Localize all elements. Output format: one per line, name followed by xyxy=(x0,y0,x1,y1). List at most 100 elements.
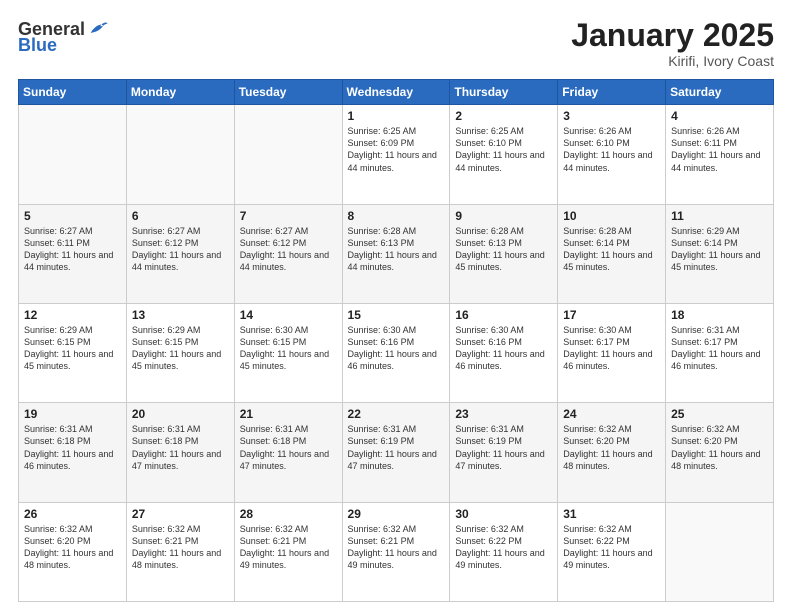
day-info: Sunrise: 6:25 AM Sunset: 6:09 PM Dayligh… xyxy=(348,125,445,174)
calendar-cell: 16 Sunrise: 6:30 AM Sunset: 6:16 PM Dayli… xyxy=(450,303,558,402)
day-number: 9 xyxy=(455,209,552,223)
day-info: Sunrise: 6:26 AM Sunset: 6:11 PM Dayligh… xyxy=(671,125,768,174)
calendar-cell xyxy=(666,502,774,601)
day-info: Sunrise: 6:29 AM Sunset: 6:15 PM Dayligh… xyxy=(24,324,121,373)
calendar-cell: 15Sunrise: 6:30 AM Sunset: 6:16 PM Dayli… xyxy=(342,303,450,402)
day-info: Sunrise: 6:27 AM Sunset: 6:12 PM Dayligh… xyxy=(240,225,337,274)
day-number: 28 xyxy=(240,507,337,521)
calendar-cell: 17Sunrise: 6:30 AM Sunset: 6:17 PM Dayli… xyxy=(558,303,666,402)
calendar-header-saturday: Saturday xyxy=(666,80,774,105)
calendar-cell: 7 Sunrise: 6:27 AM Sunset: 6:12 PM Daylig… xyxy=(234,204,342,303)
day-number: 17 xyxy=(563,308,660,322)
calendar-cell: 5 Sunrise: 6:27 AM Sunset: 6:11 PM Daylig… xyxy=(19,204,127,303)
day-number: 5 xyxy=(24,209,121,223)
day-info: Sunrise: 6:32 AM Sunset: 6:21 PM Dayligh… xyxy=(240,523,337,572)
calendar-header-friday: Friday xyxy=(558,80,666,105)
day-number: 15 xyxy=(348,308,445,322)
calendar-cell: 8Sunrise: 6:28 AM Sunset: 6:13 PM Daylig… xyxy=(342,204,450,303)
day-number: 25 xyxy=(671,407,768,421)
day-number: 11 xyxy=(671,209,768,223)
calendar-cell: 19 Sunrise: 6:31 AM Sunset: 6:18 PM Dayli… xyxy=(19,403,127,502)
day-number: 8 xyxy=(348,209,445,223)
day-info: Sunrise: 6:29 AM Sunset: 6:15 PM Dayligh… xyxy=(132,324,229,373)
calendar-header-thursday: Thursday xyxy=(450,80,558,105)
calendar-cell: 30Sunrise: 6:32 AM Sunset: 6:22 PM Dayli… xyxy=(450,502,558,601)
day-info: Sunrise: 6:32 AM Sunset: 6:20 PM Dayligh… xyxy=(24,523,121,572)
calendar-cell: 10 Sunrise: 6:28 AM Sunset: 6:14 PM Dayli… xyxy=(558,204,666,303)
day-number: 1 xyxy=(348,109,445,123)
location: Kirifi, Ivory Coast xyxy=(571,53,774,69)
day-number: 29 xyxy=(348,507,445,521)
day-info: Sunrise: 6:28 AM Sunset: 6:13 PM Dayligh… xyxy=(455,225,552,274)
calendar-week-row: 26 Sunrise: 6:32 AM Sunset: 6:20 PM Dayli… xyxy=(19,502,774,601)
day-info: Sunrise: 6:31 AM Sunset: 6:18 PM Dayligh… xyxy=(132,423,229,472)
day-number: 26 xyxy=(24,507,121,521)
day-info: Sunrise: 6:25 AM Sunset: 6:10 PM Dayligh… xyxy=(455,125,552,174)
calendar-cell xyxy=(126,105,234,204)
day-number: 22 xyxy=(348,407,445,421)
day-number: 7 xyxy=(240,209,337,223)
calendar-cell: 23 Sunrise: 6:31 AM Sunset: 6:19 PM Dayli… xyxy=(450,403,558,502)
calendar-cell: 31 Sunrise: 6:32 AM Sunset: 6:22 PM Dayli… xyxy=(558,502,666,601)
day-number: 4 xyxy=(671,109,768,123)
calendar-cell: 18Sunrise: 6:31 AM Sunset: 6:17 PM Dayli… xyxy=(666,303,774,402)
day-number: 23 xyxy=(455,407,552,421)
day-info: Sunrise: 6:28 AM Sunset: 6:14 PM Dayligh… xyxy=(563,225,660,274)
calendar-cell: 6Sunrise: 6:27 AM Sunset: 6:12 PM Daylig… xyxy=(126,204,234,303)
logo-bird-icon xyxy=(87,18,109,40)
month-title: January 2025 xyxy=(571,18,774,53)
day-info: Sunrise: 6:29 AM Sunset: 6:14 PM Dayligh… xyxy=(671,225,768,274)
day-info: Sunrise: 6:27 AM Sunset: 6:11 PM Dayligh… xyxy=(24,225,121,274)
calendar-cell: 1 Sunrise: 6:25 AM Sunset: 6:09 PM Daylig… xyxy=(342,105,450,204)
calendar-cell: 24Sunrise: 6:32 AM Sunset: 6:20 PM Dayli… xyxy=(558,403,666,502)
header: General Blue January 2025 Kirifi, Ivory … xyxy=(18,18,774,69)
day-info: Sunrise: 6:31 AM Sunset: 6:19 PM Dayligh… xyxy=(455,423,552,472)
day-info: Sunrise: 6:32 AM Sunset: 6:21 PM Dayligh… xyxy=(132,523,229,572)
calendar-cell xyxy=(234,105,342,204)
day-info: Sunrise: 6:30 AM Sunset: 6:15 PM Dayligh… xyxy=(240,324,337,373)
day-info: Sunrise: 6:32 AM Sunset: 6:21 PM Dayligh… xyxy=(348,523,445,572)
day-number: 21 xyxy=(240,407,337,421)
day-info: Sunrise: 6:31 AM Sunset: 6:17 PM Dayligh… xyxy=(671,324,768,373)
calendar-cell: 28 Sunrise: 6:32 AM Sunset: 6:21 PM Dayli… xyxy=(234,502,342,601)
calendar-cell: 14 Sunrise: 6:30 AM Sunset: 6:15 PM Dayli… xyxy=(234,303,342,402)
calendar-cell: 20 Sunrise: 6:31 AM Sunset: 6:18 PM Dayli… xyxy=(126,403,234,502)
day-info: Sunrise: 6:30 AM Sunset: 6:16 PM Dayligh… xyxy=(455,324,552,373)
calendar-week-row: 12Sunrise: 6:29 AM Sunset: 6:15 PM Dayli… xyxy=(19,303,774,402)
calendar-cell xyxy=(19,105,127,204)
calendar-cell: 26 Sunrise: 6:32 AM Sunset: 6:20 PM Dayli… xyxy=(19,502,127,601)
page: General Blue January 2025 Kirifi, Ivory … xyxy=(0,0,792,612)
calendar-cell: 21 Sunrise: 6:31 AM Sunset: 6:18 PM Dayli… xyxy=(234,403,342,502)
day-number: 3 xyxy=(563,109,660,123)
calendar-cell: 4 Sunrise: 6:26 AM Sunset: 6:11 PM Daylig… xyxy=(666,105,774,204)
day-number: 27 xyxy=(132,507,229,521)
day-number: 19 xyxy=(24,407,121,421)
day-number: 10 xyxy=(563,209,660,223)
day-info: Sunrise: 6:32 AM Sunset: 6:20 PM Dayligh… xyxy=(671,423,768,472)
calendar-cell: 2Sunrise: 6:25 AM Sunset: 6:10 PM Daylig… xyxy=(450,105,558,204)
calendar-cell: 12Sunrise: 6:29 AM Sunset: 6:15 PM Dayli… xyxy=(19,303,127,402)
calendar-cell: 29 Sunrise: 6:32 AM Sunset: 6:21 PM Dayli… xyxy=(342,502,450,601)
calendar-header-sunday: Sunday xyxy=(19,80,127,105)
logo-blue-text: Blue xyxy=(18,36,57,54)
calendar-cell: 11 Sunrise: 6:29 AM Sunset: 6:14 PM Dayli… xyxy=(666,204,774,303)
day-info: Sunrise: 6:31 AM Sunset: 6:18 PM Dayligh… xyxy=(240,423,337,472)
day-info: Sunrise: 6:31 AM Sunset: 6:19 PM Dayligh… xyxy=(348,423,445,472)
day-number: 31 xyxy=(563,507,660,521)
calendar-cell: 27 Sunrise: 6:32 AM Sunset: 6:21 PM Dayli… xyxy=(126,502,234,601)
calendar-header-monday: Monday xyxy=(126,80,234,105)
calendar-header-tuesday: Tuesday xyxy=(234,80,342,105)
calendar-header-row: SundayMondayTuesdayWednesdayThursdayFrid… xyxy=(19,80,774,105)
day-info: Sunrise: 6:31 AM Sunset: 6:18 PM Dayligh… xyxy=(24,423,121,472)
day-info: Sunrise: 6:32 AM Sunset: 6:22 PM Dayligh… xyxy=(563,523,660,572)
day-info: Sunrise: 6:32 AM Sunset: 6:22 PM Dayligh… xyxy=(455,523,552,572)
day-number: 16 xyxy=(455,308,552,322)
calendar-cell: 3Sunrise: 6:26 AM Sunset: 6:10 PM Daylig… xyxy=(558,105,666,204)
calendar-week-row: 1 Sunrise: 6:25 AM Sunset: 6:09 PM Daylig… xyxy=(19,105,774,204)
day-number: 14 xyxy=(240,308,337,322)
day-number: 24 xyxy=(563,407,660,421)
day-number: 6 xyxy=(132,209,229,223)
day-number: 20 xyxy=(132,407,229,421)
calendar-week-row: 19 Sunrise: 6:31 AM Sunset: 6:18 PM Dayli… xyxy=(19,403,774,502)
title-block: January 2025 Kirifi, Ivory Coast xyxy=(571,18,774,69)
